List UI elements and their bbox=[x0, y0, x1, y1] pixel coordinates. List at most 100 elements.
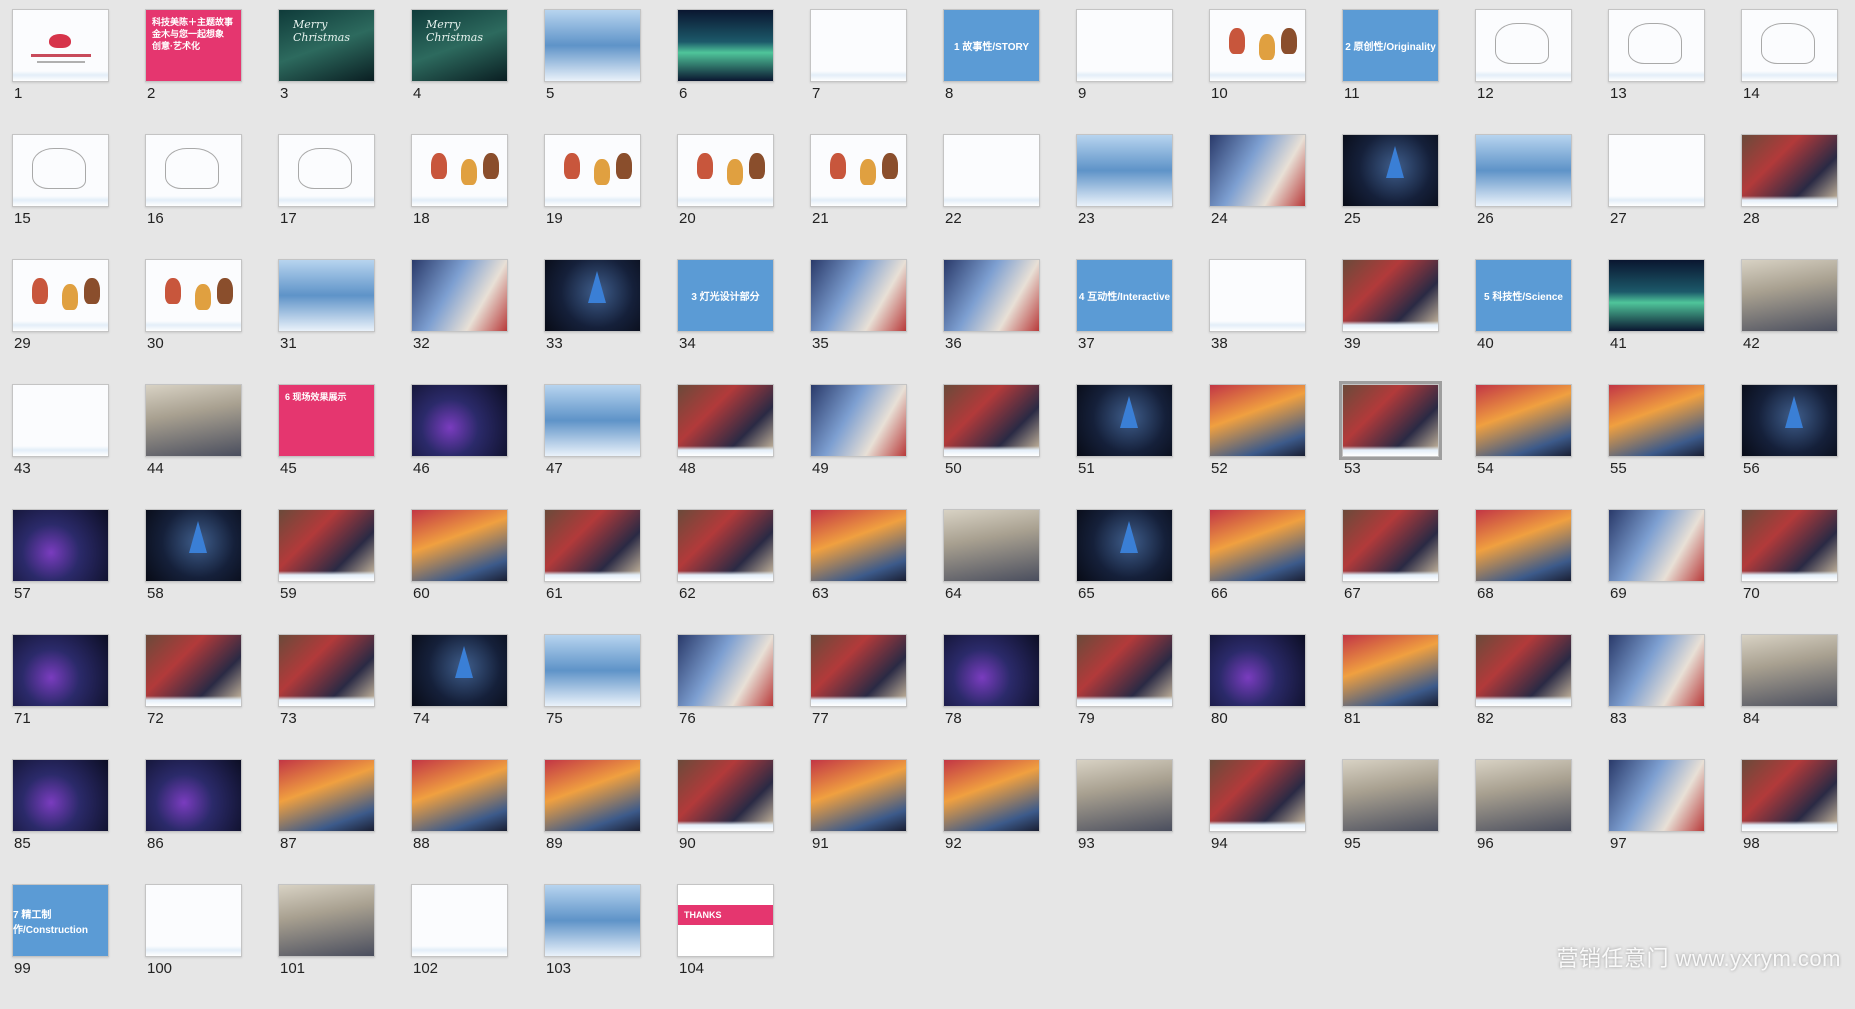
slide-preview[interactable] bbox=[943, 759, 1040, 832]
slide-thumbnail[interactable]: 71 bbox=[12, 634, 109, 754]
slide-thumbnail[interactable]: 84 bbox=[1741, 634, 1838, 754]
slide-thumbnail[interactable]: 23 bbox=[1076, 134, 1173, 254]
slide-thumbnail[interactable]: 78 bbox=[943, 634, 1040, 754]
slide-preview[interactable] bbox=[1342, 634, 1439, 707]
slide-preview[interactable] bbox=[1076, 134, 1173, 207]
slide-thumbnail[interactable]: 92 bbox=[943, 759, 1040, 879]
slide-preview[interactable] bbox=[1342, 509, 1439, 582]
slide-thumbnail[interactable]: 68 bbox=[1475, 509, 1572, 629]
slide-thumbnail[interactable]: Merry Christmas 3 bbox=[278, 9, 375, 129]
slide-thumbnail[interactable]: 科技美陈＋主题故事 金木与您一起想象 创意·艺术化 2 bbox=[145, 9, 242, 129]
slide-preview[interactable]: 3 灯光设计部分 bbox=[677, 259, 774, 332]
slide-preview[interactable]: 4 互动性/Interactive bbox=[1076, 259, 1173, 332]
slide-preview[interactable] bbox=[12, 384, 109, 457]
slide-preview[interactable]: 5 科技性/Science bbox=[1475, 259, 1572, 332]
slide-thumbnail[interactable]: 93 bbox=[1076, 759, 1173, 879]
slide-thumbnail[interactable]: 52 bbox=[1209, 384, 1306, 504]
slide-preview[interactable] bbox=[278, 634, 375, 707]
slide-thumbnail[interactable]: 18 bbox=[411, 134, 508, 254]
slide-preview[interactable] bbox=[1076, 9, 1173, 82]
slide-preview[interactable]: 6 现场效果展示 bbox=[278, 384, 375, 457]
slide-preview[interactable] bbox=[544, 884, 641, 957]
slide-thumbnail[interactable]: 6 现场效果展示 45 bbox=[278, 384, 375, 504]
slide-thumbnail[interactable]: 61 bbox=[544, 509, 641, 629]
slide-thumbnail[interactable]: 13 bbox=[1608, 9, 1705, 129]
slide-preview[interactable] bbox=[1475, 134, 1572, 207]
slide-thumbnail[interactable]: 5 bbox=[544, 9, 641, 129]
slide-thumbnail[interactable]: 53 bbox=[1339, 381, 1442, 504]
slide-thumbnail[interactable]: 75 bbox=[544, 634, 641, 754]
slide-thumbnail[interactable]: 39 bbox=[1342, 259, 1439, 379]
slide-thumbnail[interactable]: 62 bbox=[677, 509, 774, 629]
slide-preview[interactable] bbox=[411, 384, 508, 457]
slide-preview[interactable] bbox=[677, 9, 774, 82]
slide-thumbnail[interactable]: 21 bbox=[810, 134, 907, 254]
slide-thumbnail[interactable]: 30 bbox=[145, 259, 242, 379]
slide-thumbnail[interactable]: 26 bbox=[1475, 134, 1572, 254]
slide-thumbnail[interactable]: 97 bbox=[1608, 759, 1705, 879]
slide-thumbnail[interactable]: 63 bbox=[810, 509, 907, 629]
slide-preview[interactable] bbox=[677, 509, 774, 582]
slide-preview[interactable] bbox=[1741, 259, 1838, 332]
slide-thumbnail[interactable]: 50 bbox=[943, 384, 1040, 504]
slide-thumbnail[interactable]: 9 bbox=[1076, 9, 1173, 129]
slide-preview[interactable] bbox=[1475, 384, 1572, 457]
slide-thumbnail[interactable]: 7 精工制作/Construction 99 bbox=[12, 884, 109, 1004]
slide-preview[interactable] bbox=[145, 384, 242, 457]
slide-thumbnail[interactable]: 67 bbox=[1342, 509, 1439, 629]
slide-thumbnail[interactable]: 29 bbox=[12, 259, 109, 379]
slide-thumbnail[interactable]: 85 bbox=[12, 759, 109, 879]
slide-preview[interactable] bbox=[1475, 759, 1572, 832]
slide-thumbnail[interactable]: 7 bbox=[810, 9, 907, 129]
slide-preview[interactable] bbox=[1741, 9, 1838, 82]
slide-thumbnail[interactable]: 32 bbox=[411, 259, 508, 379]
slide-thumbnail[interactable]: 49 bbox=[810, 384, 907, 504]
slide-thumbnail[interactable]: 47 bbox=[544, 384, 641, 504]
slide-preview[interactable] bbox=[411, 884, 508, 957]
slide-preview[interactable] bbox=[411, 509, 508, 582]
slide-preview[interactable] bbox=[943, 509, 1040, 582]
slide-thumbnail[interactable]: 94 bbox=[1209, 759, 1306, 879]
slide-preview[interactable] bbox=[1608, 384, 1705, 457]
slide-preview[interactable] bbox=[810, 509, 907, 582]
slide-thumbnail[interactable]: 91 bbox=[810, 759, 907, 879]
slide-thumbnail[interactable]: 41 bbox=[1608, 259, 1705, 379]
slide-preview[interactable] bbox=[411, 134, 508, 207]
slide-thumbnail[interactable]: 87 bbox=[278, 759, 375, 879]
slide-thumbnail[interactable]: 89 bbox=[544, 759, 641, 879]
slide-preview[interactable] bbox=[943, 134, 1040, 207]
slide-preview[interactable] bbox=[544, 634, 641, 707]
slide-preview[interactable] bbox=[544, 9, 641, 82]
slide-thumbnail[interactable]: 4 互动性/Interactive 37 bbox=[1076, 259, 1173, 379]
slide-preview[interactable] bbox=[411, 259, 508, 332]
slide-preview[interactable] bbox=[544, 134, 641, 207]
slide-thumbnail[interactable]: 35 bbox=[810, 259, 907, 379]
slide-thumbnail[interactable]: 15 bbox=[12, 134, 109, 254]
slide-thumbnail[interactable]: 73 bbox=[278, 634, 375, 754]
slide-preview[interactable] bbox=[278, 884, 375, 957]
slide-thumbnail[interactable]: 43 bbox=[12, 384, 109, 504]
slide-preview[interactable] bbox=[677, 134, 774, 207]
slide-preview[interactable] bbox=[677, 634, 774, 707]
slide-thumbnail[interactable]: 10 bbox=[1209, 9, 1306, 129]
slide-preview[interactable] bbox=[145, 134, 242, 207]
slide-preview[interactable] bbox=[278, 759, 375, 832]
slide-preview[interactable] bbox=[12, 759, 109, 832]
slide-thumbnail[interactable]: 24 bbox=[1209, 134, 1306, 254]
slide-thumbnail[interactable]: 57 bbox=[12, 509, 109, 629]
slide-thumbnail[interactable]: 1 故事性/STORY 8 bbox=[943, 9, 1040, 129]
slide-preview[interactable]: 2 原创性/Originality bbox=[1342, 9, 1439, 82]
slide-thumbnail[interactable]: 58 bbox=[145, 509, 242, 629]
slide-preview[interactable]: Merry Christmas bbox=[411, 9, 508, 82]
slide-preview[interactable] bbox=[1076, 509, 1173, 582]
slide-thumbnail[interactable]: 95 bbox=[1342, 759, 1439, 879]
slide-preview[interactable] bbox=[810, 9, 907, 82]
slide-thumbnail[interactable]: 20 bbox=[677, 134, 774, 254]
slide-thumbnail[interactable]: 33 bbox=[544, 259, 641, 379]
slide-preview[interactable] bbox=[1076, 384, 1173, 457]
slide-preview[interactable] bbox=[278, 259, 375, 332]
slide-thumbnail[interactable]: 16 bbox=[145, 134, 242, 254]
slide-thumbnail[interactable]: 55 bbox=[1608, 384, 1705, 504]
slide-thumbnail[interactable]: 74 bbox=[411, 634, 508, 754]
slide-preview[interactable] bbox=[544, 384, 641, 457]
